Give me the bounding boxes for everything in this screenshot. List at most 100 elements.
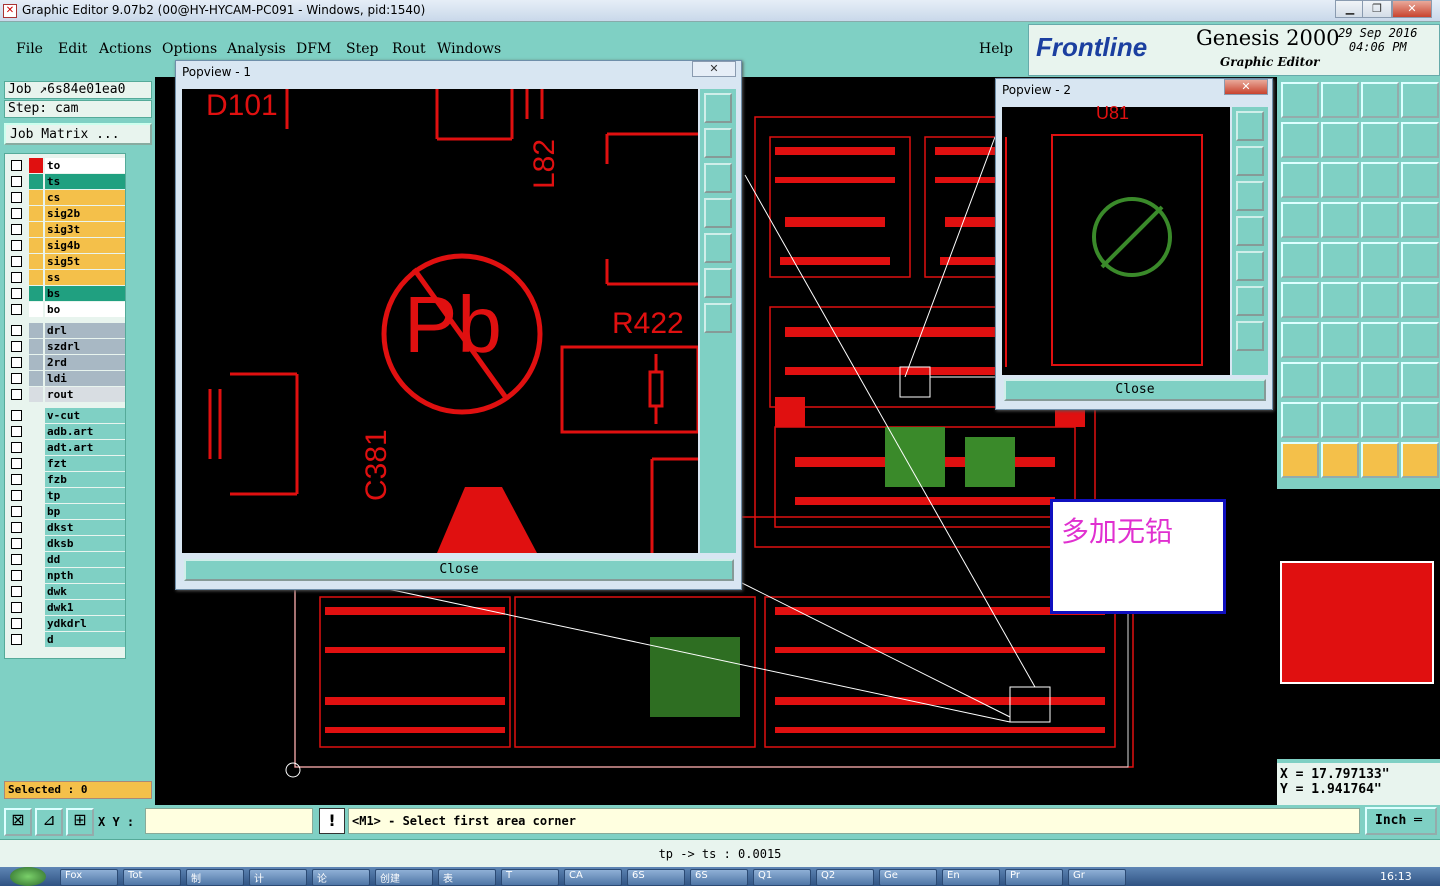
layer-row-ldi[interactable]: ldi bbox=[9, 371, 125, 386]
popview-1-btn-7[interactable] bbox=[704, 303, 732, 333]
layer-checkbox[interactable] bbox=[11, 522, 22, 533]
tool-button-19[interactable] bbox=[1361, 242, 1399, 278]
tool-button-12[interactable] bbox=[1401, 162, 1439, 198]
layer-row-adb.art[interactable]: adb.art bbox=[9, 424, 125, 439]
tool-button-21[interactable] bbox=[1281, 282, 1319, 318]
popview-1-btn-6[interactable] bbox=[704, 268, 732, 298]
popview-1-btn-2[interactable] bbox=[704, 128, 732, 158]
menu-file[interactable]: File bbox=[16, 41, 43, 57]
popview-2-btn-4[interactable] bbox=[1236, 216, 1264, 246]
tool-button-3[interactable] bbox=[1361, 82, 1399, 118]
tool-button-10[interactable] bbox=[1321, 162, 1359, 198]
layer-row-fzb[interactable]: fzb bbox=[9, 472, 125, 487]
layer-row-bs[interactable]: bs bbox=[9, 286, 125, 301]
tool-button-16[interactable] bbox=[1401, 202, 1439, 238]
tool-button-6[interactable] bbox=[1321, 122, 1359, 158]
popview-2-btn-1[interactable] bbox=[1236, 111, 1264, 141]
layer-row-dksb[interactable]: dksb bbox=[9, 536, 125, 551]
layer-checkbox[interactable] bbox=[11, 506, 22, 517]
tool-button-2[interactable] bbox=[1321, 82, 1359, 118]
menu-actions[interactable]: Actions bbox=[99, 41, 152, 57]
tool-button-1[interactable] bbox=[1281, 82, 1319, 118]
taskbar-item[interactable]: Q2 bbox=[816, 869, 874, 886]
menu-edit[interactable]: Edit bbox=[58, 41, 87, 57]
layer-checkbox[interactable] bbox=[11, 192, 22, 203]
layer-row-dwk[interactable]: dwk bbox=[9, 584, 125, 599]
layer-checkbox[interactable] bbox=[11, 570, 22, 581]
layer-row-ss[interactable]: ss bbox=[9, 270, 125, 285]
popview-2-close-button[interactable]: Close bbox=[1004, 379, 1266, 401]
layer-checkbox[interactable] bbox=[11, 373, 22, 384]
overview-panel[interactable] bbox=[1277, 489, 1440, 759]
layer-row-bp[interactable]: bp bbox=[9, 504, 125, 519]
menu-step[interactable]: Step bbox=[346, 41, 378, 57]
layer-row-ts[interactable]: ts bbox=[9, 174, 125, 189]
tool-button-22[interactable] bbox=[1321, 282, 1359, 318]
tool-button-14[interactable] bbox=[1321, 202, 1359, 238]
layer-row-dkst[interactable]: dkst bbox=[9, 520, 125, 535]
layer-row-szdrl[interactable]: szdrl bbox=[9, 339, 125, 354]
layer-checkbox[interactable] bbox=[11, 288, 22, 299]
job-field[interactable]: Job ↗6s84e01ea0 bbox=[4, 81, 152, 99]
layer-checkbox[interactable] bbox=[11, 538, 22, 549]
taskbar-item[interactable]: T bbox=[501, 869, 559, 886]
layer-checkbox[interactable] bbox=[11, 426, 22, 437]
taskbar-item[interactable]: 论 bbox=[312, 869, 370, 886]
layer-checkbox[interactable] bbox=[11, 634, 22, 645]
tool-button-9[interactable] bbox=[1281, 162, 1319, 198]
popview-1-close-x[interactable]: ✕ bbox=[692, 61, 736, 77]
layer-checkbox[interactable] bbox=[11, 208, 22, 219]
popview-1-canvas[interactable]: D101 L82 R422 C381 Pb bbox=[182, 89, 700, 553]
popview-1-btn-4[interactable] bbox=[704, 198, 732, 228]
popview-2-canvas[interactable]: U81 bbox=[1002, 103, 1230, 375]
taskbar-item[interactable]: 6S bbox=[690, 869, 748, 886]
snap-icon[interactable]: ⊠ bbox=[4, 808, 32, 836]
menu-rout[interactable]: Rout bbox=[392, 41, 426, 57]
tool-button-18[interactable] bbox=[1321, 242, 1359, 278]
step-field[interactable]: Step: cam bbox=[4, 100, 152, 118]
layer-row-rout[interactable]: rout bbox=[9, 387, 125, 402]
taskbar-item[interactable]: CA bbox=[564, 869, 622, 886]
layer-row-cs[interactable]: cs bbox=[9, 190, 125, 205]
layer-row-ydkdrl[interactable]: ydkdrl bbox=[9, 616, 125, 631]
popview-1-close-button[interactable]: Close bbox=[184, 559, 734, 581]
tool-button-27[interactable] bbox=[1361, 322, 1399, 358]
taskbar-item[interactable]: Gr bbox=[1068, 869, 1126, 886]
layer-checkbox[interactable] bbox=[11, 586, 22, 597]
layer-row-sig3t[interactable]: sig3t bbox=[9, 222, 125, 237]
layer-row-2rd[interactable]: 2rd bbox=[9, 355, 125, 370]
layer-checkbox[interactable] bbox=[11, 490, 22, 501]
tool-button-8[interactable] bbox=[1401, 122, 1439, 158]
tool-button-28[interactable] bbox=[1401, 322, 1439, 358]
popview-2-btn-2[interactable] bbox=[1236, 146, 1264, 176]
taskbar-item[interactable]: 创建 bbox=[375, 869, 433, 886]
menu-analysis[interactable]: Analysis bbox=[227, 41, 286, 57]
layer-row-npth[interactable]: npth bbox=[9, 568, 125, 583]
layer-row-to[interactable]: to bbox=[9, 158, 125, 173]
layer-row-sig4b[interactable]: sig4b bbox=[9, 238, 125, 253]
tool-button-35[interactable] bbox=[1361, 402, 1399, 438]
popview-2-btn-3[interactable] bbox=[1236, 181, 1264, 211]
taskbar-item[interactable]: En bbox=[942, 869, 1000, 886]
tool-button-36[interactable] bbox=[1401, 402, 1439, 438]
minimize-button[interactable]: ▁ bbox=[1335, 0, 1365, 18]
popview-2-btn-7[interactable] bbox=[1236, 321, 1264, 351]
menu-help[interactable]: Help bbox=[979, 41, 1013, 57]
taskbar-item[interactable]: Tot bbox=[123, 869, 181, 886]
tool-button-40[interactable] bbox=[1401, 442, 1439, 478]
popview-1-btn-3[interactable] bbox=[704, 163, 732, 193]
units-select[interactable]: Inch ═ bbox=[1365, 807, 1437, 835]
layer-row-adt.art[interactable]: adt.art bbox=[9, 440, 125, 455]
layer-checkbox[interactable] bbox=[11, 554, 22, 565]
tool-button-31[interactable] bbox=[1361, 362, 1399, 398]
layer-checkbox[interactable] bbox=[11, 224, 22, 235]
layer-checkbox[interactable] bbox=[11, 341, 22, 352]
layer-checkbox[interactable] bbox=[11, 602, 22, 613]
layer-checkbox[interactable] bbox=[11, 176, 22, 187]
tool-button-37[interactable] bbox=[1281, 442, 1319, 478]
layer-row-d[interactable]: d bbox=[9, 632, 125, 647]
job-matrix-button[interactable]: Job Matrix ... bbox=[4, 123, 152, 145]
start-button[interactable] bbox=[10, 867, 46, 886]
taskbar-item[interactable]: Ge bbox=[879, 869, 937, 886]
layer-checkbox[interactable] bbox=[11, 272, 22, 283]
